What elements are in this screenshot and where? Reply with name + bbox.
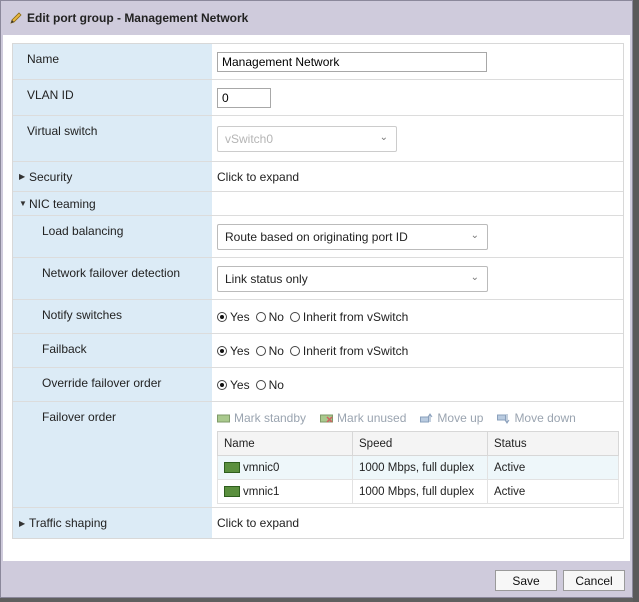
security-expand-text[interactable]: Click to expand xyxy=(217,170,299,184)
table-row[interactable]: vmnic1 1000 Mbps, full duplex Active xyxy=(217,479,619,504)
dialog-titlebar[interactable]: Edit port group - Management Network xyxy=(1,1,632,35)
nic-table: Name Speed Status vmnic0 1000 Mbps, full… xyxy=(217,431,619,504)
row-override-failover: Override failover order Yes No xyxy=(13,368,623,402)
network-adapter-icon xyxy=(224,485,240,497)
vswitch-select: vSwitch0 ⌄ xyxy=(217,125,397,152)
row-traffic-shaping[interactable]: ▶ Traffic shaping Click to expand xyxy=(13,508,623,538)
mark-unused-button[interactable]: Mark unused xyxy=(320,411,406,425)
settings-grid: Name VLAN ID Virtual switch vSwitch0 ⌄ xyxy=(12,43,624,539)
triangle-right-icon: ▶ xyxy=(19,518,26,528)
row-failover-detection: Network failover detection Link status o… xyxy=(13,258,623,300)
notify-no-radio[interactable]: No xyxy=(255,310,284,324)
failover-toolbar: Mark standby Mark unused Move up Move do… xyxy=(217,405,590,431)
notify-yes-radio[interactable]: Yes xyxy=(217,310,250,324)
network-adapter-icon xyxy=(224,461,240,473)
pencil-icon xyxy=(10,12,22,24)
chevron-down-icon: ⌄ xyxy=(470,229,479,241)
traffic-shaping-toggle[interactable]: ▶ Traffic shaping xyxy=(13,508,212,538)
load-balancing-select[interactable]: Route based on originating port ID ⌄ xyxy=(217,223,488,250)
failback-yes-radio[interactable]: Yes xyxy=(217,344,250,358)
row-nic-teaming[interactable]: ▼ NIC teaming xyxy=(13,192,623,216)
vlan-label: VLAN ID xyxy=(13,80,212,115)
move-down-icon xyxy=(497,413,510,424)
load-balancing-label: Load balancing xyxy=(13,216,212,257)
chevron-down-icon: ⌄ xyxy=(470,271,479,283)
failover-order-label: Failover order xyxy=(13,402,212,507)
cancel-button[interactable]: Cancel xyxy=(563,570,625,591)
name-input[interactable] xyxy=(217,51,487,72)
override-no-radio[interactable]: No xyxy=(255,378,284,392)
dialog-title: Edit port group - Management Network xyxy=(27,11,249,25)
triangle-down-icon: ▼ xyxy=(19,199,27,208)
edit-port-group-dialog: Edit port group - Management Network Nam… xyxy=(0,0,633,598)
traffic-expand-text[interactable]: Click to expand xyxy=(217,516,299,530)
notify-switches-label: Notify switches xyxy=(13,300,212,333)
unused-icon xyxy=(320,414,334,423)
notify-inherit-radio[interactable]: Inherit from vSwitch xyxy=(289,310,408,324)
column-header-status[interactable]: Status xyxy=(487,431,619,456)
override-yes-radio[interactable]: Yes xyxy=(217,378,250,392)
vswitch-label: Virtual switch xyxy=(13,116,212,161)
standby-icon xyxy=(217,414,230,422)
column-header-name[interactable]: Name xyxy=(217,431,353,456)
mark-standby-button[interactable]: Mark standby xyxy=(217,411,306,425)
dialog-footer: Save Cancel xyxy=(1,561,634,599)
row-security[interactable]: ▶ Security Click to expand xyxy=(13,162,623,192)
row-vswitch: Virtual switch vSwitch0 ⌄ xyxy=(13,116,623,162)
failover-detection-label: Network failover detection xyxy=(13,258,212,299)
move-down-button[interactable]: Move down xyxy=(497,411,576,425)
row-failback: Failback Yes No Inherit from vSwitch xyxy=(13,334,623,368)
move-up-button[interactable]: Move up xyxy=(420,411,483,425)
failback-label: Failback xyxy=(13,334,212,367)
move-up-icon xyxy=(420,412,433,422)
row-load-balancing: Load balancing Route based on originatin… xyxy=(13,216,623,258)
row-failover-order: Failover order Mark standby Mark unused xyxy=(13,402,623,508)
column-header-speed[interactable]: Speed xyxy=(352,431,488,456)
nic-teaming-toggle[interactable]: ▼ NIC teaming xyxy=(13,192,212,215)
triangle-right-icon: ▶ xyxy=(19,172,26,181)
row-name: Name xyxy=(13,44,623,80)
failover-detection-select[interactable]: Link status only ⌄ xyxy=(217,265,488,292)
vlan-id-input[interactable] xyxy=(217,87,271,108)
dialog-body: Name VLAN ID Virtual switch vSwitch0 ⌄ xyxy=(3,35,630,561)
override-failover-label: Override failover order xyxy=(13,368,212,401)
row-vlan: VLAN ID xyxy=(13,80,623,116)
security-toggle[interactable]: ▶ Security xyxy=(13,162,212,191)
table-row[interactable]: vmnic0 1000 Mbps, full duplex Active xyxy=(217,455,619,480)
save-button[interactable]: Save xyxy=(495,570,557,591)
name-label: Name xyxy=(13,44,212,79)
failback-no-radio[interactable]: No xyxy=(255,344,284,358)
chevron-down-icon: ⌄ xyxy=(379,131,388,143)
background-edge xyxy=(633,0,639,602)
failback-inherit-radio[interactable]: Inherit from vSwitch xyxy=(289,344,408,358)
row-notify-switches: Notify switches Yes No Inherit from vSwi… xyxy=(13,300,623,334)
